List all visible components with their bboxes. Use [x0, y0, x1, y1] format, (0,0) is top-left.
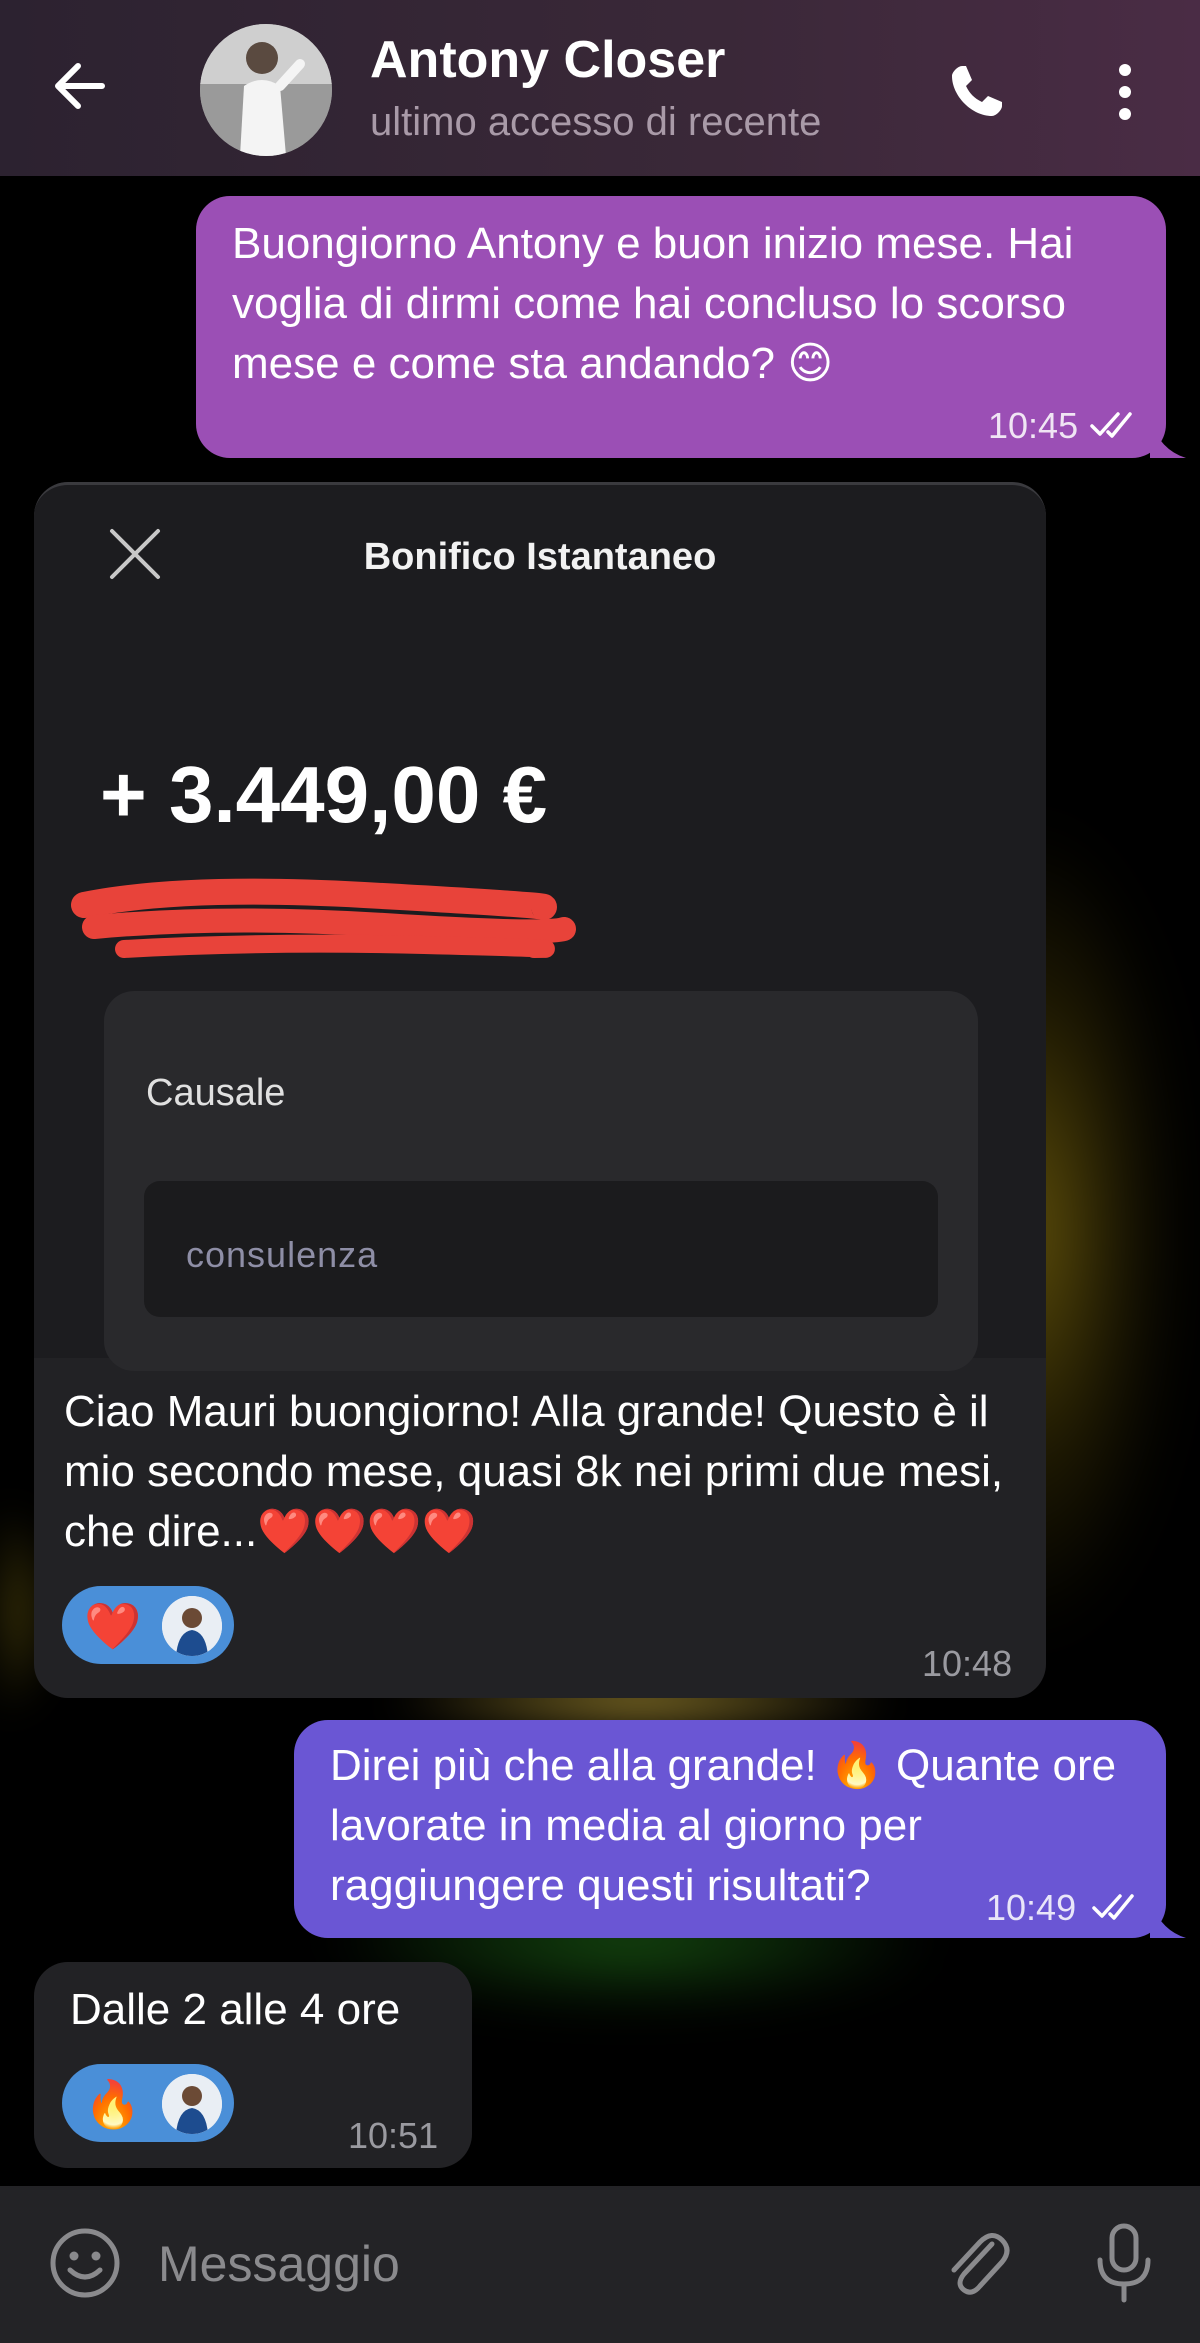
contact-status: ultimo accesso di recente: [370, 100, 822, 144]
message-time: 10:51: [348, 2115, 439, 2156]
message-time: 10:49: [986, 1887, 1077, 1928]
bubble-tail: [1150, 1900, 1186, 1938]
transfer-title: Bonifico Istantaneo: [363, 536, 717, 578]
message-outgoing[interactable]: Direi più che alla grande! 🔥 Quante ore …: [294, 1720, 1166, 1938]
bubble-tail: [1150, 420, 1186, 458]
message-outgoing[interactable]: Buongiorno Antony e buon inizio mese. Ha…: [196, 196, 1166, 458]
emoji-icon[interactable]: [48, 2226, 122, 2300]
heart-reaction-icon: ❤️: [84, 1599, 142, 1653]
message-text: Buongiorno Antony e buon inizio mese. Ha…: [232, 219, 1074, 388]
reactor-avatar: [162, 1596, 222, 1656]
double-check-icon: [1092, 1894, 1134, 1920]
phone-icon[interactable]: [944, 60, 1008, 124]
microphone-icon[interactable]: [1092, 2222, 1156, 2306]
message-incoming-image[interactable]: Bonifico Istantaneo + 3.449,00 € Causale…: [34, 482, 1046, 1698]
reaction-pill[interactable]: 🔥: [62, 2064, 234, 2142]
causale-value: consulenza: [186, 1234, 379, 1275]
transfer-screenshot[interactable]: Bonifico Istantaneo + 3.449,00 € Causale…: [34, 482, 1046, 1371]
causale-field: consulenza: [144, 1181, 938, 1317]
double-check-icon: [1090, 412, 1132, 438]
contact-name[interactable]: Antony Closer: [370, 30, 725, 90]
redaction-scribble: [71, 878, 576, 958]
back-arrow-icon[interactable]: [50, 56, 110, 116]
causale-card: Causale consulenza: [104, 991, 978, 1371]
composer-bar: [0, 2186, 1200, 2343]
message-input[interactable]: [158, 2228, 898, 2300]
message-incoming[interactable]: Dalle 2 alle 4 ore 🔥 10:51: [34, 1962, 472, 2168]
more-vert-icon[interactable]: [1110, 60, 1140, 124]
message-text: Dalle 2 alle 4 ore: [70, 1985, 401, 2034]
transfer-amount: + 3.449,00 €: [100, 750, 548, 839]
reaction-pill[interactable]: ❤️: [62, 1586, 234, 1664]
contact-avatar[interactable]: [200, 24, 332, 156]
reactor-avatar: [162, 2074, 222, 2134]
paperclip-icon[interactable]: [940, 2222, 1012, 2302]
message-time: 10:45: [988, 405, 1079, 446]
fire-reaction-icon: 🔥: [84, 2077, 142, 2131]
causale-label: Causale: [146, 1072, 286, 1114]
message-text: Ciao Mauri buongiorno! Alla grande! Ques…: [64, 1387, 1004, 1556]
message-time: 10:48: [922, 1643, 1013, 1684]
chat-header: Antony Closer ultimo accesso di recente: [0, 0, 1200, 176]
